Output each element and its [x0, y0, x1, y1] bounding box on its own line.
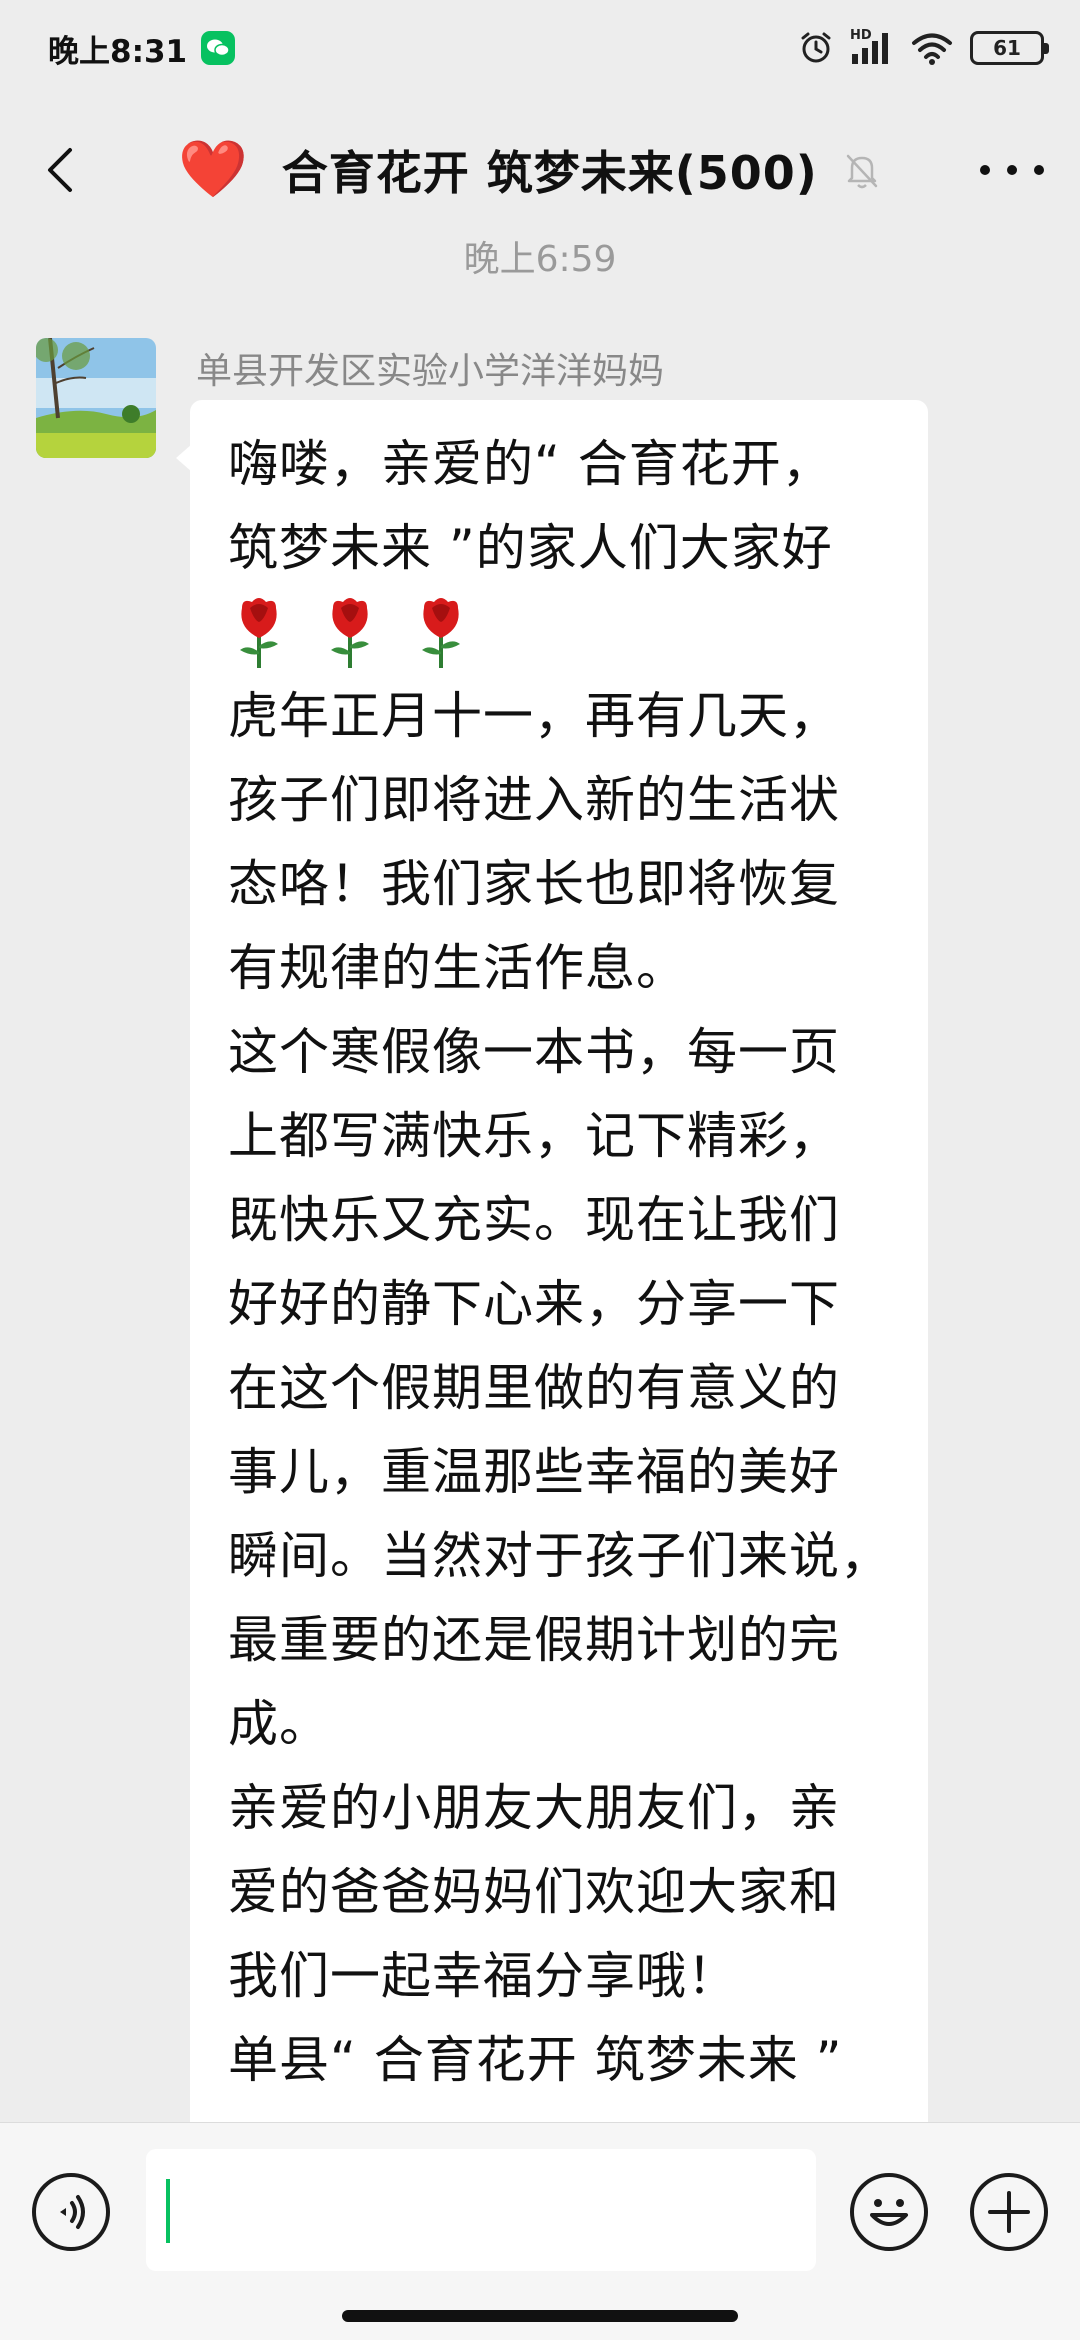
status-time: 晚上8:31 — [48, 33, 188, 70]
voice-icon — [60, 2195, 85, 2229]
back-icon[interactable] — [36, 144, 88, 196]
message-line: 单县“ 合育花开 筑梦未来 ” — [228, 2031, 843, 2089]
message-line: 上都写满快乐，记下精彩， — [228, 1107, 840, 1165]
message-line: 孩子们即将进入新的生活状 — [228, 771, 840, 829]
sender-name: 单县开发区实验小学洋洋妈妈 — [196, 351, 665, 392]
emoji-icon — [870, 2199, 908, 2226]
voice-button[interactable] — [32, 2173, 110, 2251]
message-line: 既快乐又充实。现在让我们 — [228, 1191, 840, 1249]
plus-button[interactable] — [970, 2173, 1048, 2251]
message-line: 筑梦未来 ”的家人们大家好 — [228, 519, 833, 577]
message-line: 有规律的生活作息。 — [228, 939, 687, 997]
text-cursor — [166, 2179, 170, 2243]
wechat-notification-icon — [201, 31, 236, 65]
chat-title-area[interactable]: ❤️ 合育花开 筑梦未来(500) — [178, 120, 884, 220]
home-indicator[interactable] — [342, 2310, 738, 2322]
message-bubble[interactable]: 嗨喽，亲爱的“ 合育花开， 筑梦未来 ”的家人们大家好 虎年正月十一，再有几天，… — [176, 400, 928, 2160]
wifi-icon — [912, 33, 952, 65]
message-line: 瞬间。当然对于孩子们来说， — [228, 1527, 891, 1585]
rose-icon — [240, 598, 278, 668]
avatar[interactable] — [36, 338, 156, 458]
rose-icon — [421, 598, 460, 668]
more-icon[interactable] — [980, 146, 1044, 194]
message-timestamp: 晚上6:59 — [463, 239, 617, 280]
message-line: 我们一起幸福分享哦！ — [228, 1947, 738, 2005]
status-icons: HD 61 — [798, 28, 1049, 66]
emoji-button[interactable] — [850, 2173, 928, 2251]
plus-icon — [988, 2191, 1030, 2233]
message-line: 最重要的还是假期计划的完 — [228, 1611, 840, 1669]
chat-title: 合育花开 筑梦未来(500) — [281, 146, 818, 200]
input-bar — [0, 2122, 1080, 2340]
message-line: 虎年正月十一，再有几天， — [228, 687, 840, 745]
message-line: 在这个假期里做的有意义的 — [228, 1359, 840, 1417]
message-input[interactable] — [146, 2149, 816, 2271]
message-line: 爱的爸爸妈妈们欢迎大家和 — [228, 1863, 840, 1921]
message-line: 嗨喽，亲爱的“ 合育花开， — [228, 435, 833, 493]
chat-header: ❤️ 合育花开 筑梦未来(500) — [0, 120, 1080, 220]
message-line: 亲爱的小朋友大朋友们，亲 — [228, 1779, 840, 1837]
battery-icon: 61 — [970, 31, 1049, 65]
mute-icon — [846, 154, 878, 189]
signal-icon: HD — [850, 28, 894, 66]
message-line: 成。 — [228, 1695, 330, 1753]
status-bar: 晚上8:31 HD 61 — [0, 0, 1080, 96]
battery-level: 61 — [993, 36, 1021, 60]
rose-icon — [330, 598, 369, 668]
message-line: 事儿，重温那些幸福的美好 — [228, 1443, 840, 1501]
rose-emoji-line — [228, 590, 908, 674]
alarm-icon — [801, 32, 831, 63]
message-line: 这个寒假像一本书，每一页 — [228, 1023, 840, 1081]
chat-screen: 晚上8:31 HD 61 ❤️ 合育花开 筑梦未来(500) 晚上6:59 单县… — [0, 0, 1080, 2340]
message-text: 嗨喽，亲爱的“ 合育花开， 筑梦未来 ”的家人们大家好 虎年正月十一，再有几天，… — [228, 422, 908, 2102]
heart-icon: ❤️ — [178, 137, 248, 202]
message-line: 好好的静下心来，分享一下 — [228, 1275, 840, 1333]
message-line: 态咯！我们家长也即将恢复 — [228, 855, 840, 913]
